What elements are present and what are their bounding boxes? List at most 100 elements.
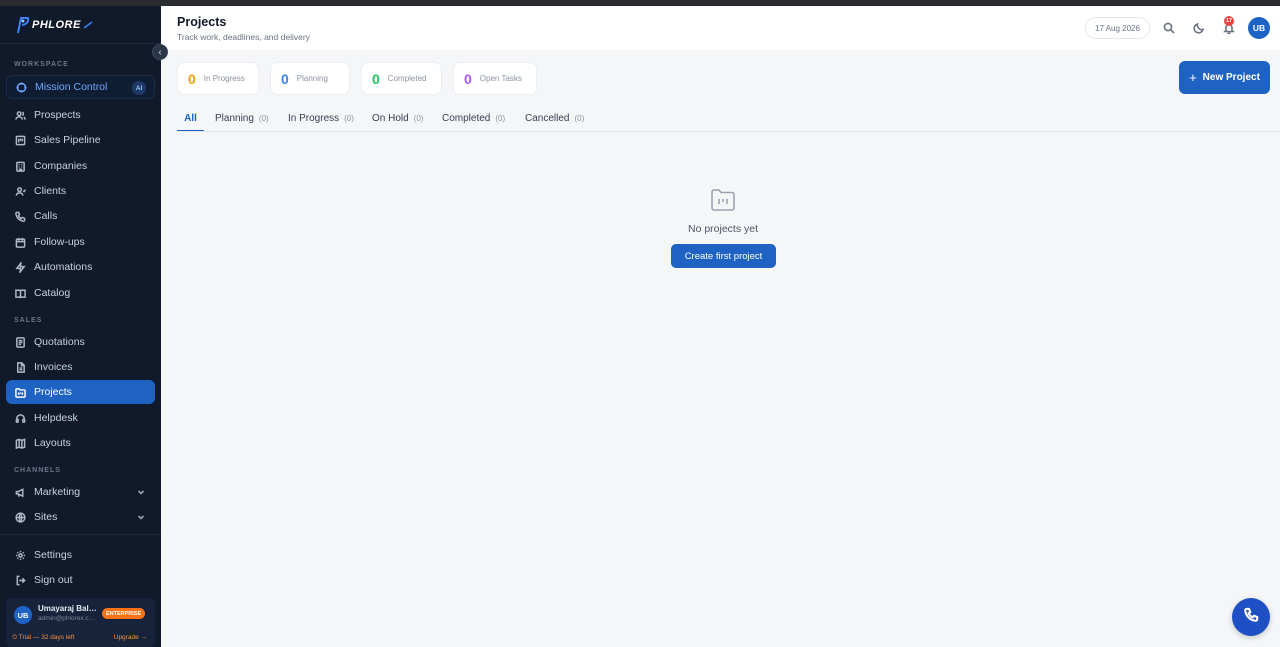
call-fab-button[interactable] (1232, 598, 1270, 636)
page-subtitle: Track work, deadlines, and delivery (177, 32, 310, 42)
sidebar-item-label: Catalog (34, 287, 71, 299)
stat-value: 0 (188, 70, 196, 87)
collapse-sidebar-button[interactable]: ‹ (152, 44, 168, 60)
tab-completed[interactable]: Completed (0) (442, 110, 505, 132)
sidebar-item-label: Settings (34, 549, 72, 561)
tabs-divider (177, 131, 1280, 132)
page-title: Projects (177, 15, 227, 29)
signout-icon (14, 574, 26, 586)
invoice-icon (14, 361, 26, 373)
stat-label: Completed (387, 74, 427, 83)
create-first-project-button[interactable]: Create first project (671, 244, 776, 268)
megaphone-icon (14, 486, 26, 498)
tab-cancelled[interactable]: Cancelled (0) (525, 110, 584, 132)
section-label-workspace: WORKSPACE (14, 61, 69, 68)
date-pill[interactable]: 17 Aug 2026 (1085, 17, 1150, 39)
sidebar-item-label: Clients (34, 185, 67, 197)
book-icon (14, 287, 26, 299)
tab-in-progress[interactable]: In Progress (0) (288, 110, 354, 132)
sidebar-item-helpdesk[interactable]: Helpdesk (6, 406, 155, 430)
sidebar-item-label: Calls (34, 210, 58, 222)
tab-on-hold[interactable]: On Hold (0) (372, 110, 423, 132)
stat-label: Open Tasks (479, 74, 522, 83)
calendar-icon (14, 236, 26, 248)
stat-label: Planning (296, 74, 328, 83)
tab-count: (0) (344, 114, 354, 123)
stat-value: 0 (281, 70, 289, 87)
gear-icon (14, 549, 26, 561)
sidebar-item-mission-control[interactable]: Mission Control AI (6, 75, 155, 99)
notification-count-badge: 17 (1224, 16, 1234, 26)
layout-icon (14, 437, 26, 449)
sidebar-item-automations[interactable]: Automations (6, 255, 155, 279)
users-icon (14, 109, 26, 121)
sidebar-item-settings[interactable]: Settings (6, 543, 155, 567)
tab-planning[interactable]: Planning (0) (215, 110, 269, 132)
page-header: Projects Track work, deadlines, and deli… (161, 6, 1280, 50)
brand-logo[interactable]: PHLORE (16, 14, 93, 36)
stat-value: 0 (464, 70, 472, 87)
sidebar-item-sign-out[interactable]: Sign out (6, 568, 155, 592)
stat-value: 0 (372, 70, 380, 87)
user-card[interactable]: UB Umayaraj Balasubramanian admin@phlore… (6, 598, 155, 647)
moon-icon[interactable] (1192, 21, 1206, 35)
quote-icon (14, 336, 26, 348)
tab-label: Cancelled (525, 113, 570, 124)
plan-badge: ENTERPRISE (102, 608, 146, 619)
sidebar-item-prospects[interactable]: Prospects (6, 103, 155, 127)
tab-count: (0) (258, 114, 269, 123)
tab-label: In Progress (288, 113, 340, 124)
avatar: UB (14, 606, 32, 624)
sidebar-item-follow-ups[interactable]: Follow-ups (6, 230, 155, 254)
trial-status: ⏲ Trial — 32 days left (12, 634, 75, 641)
bolt-icon (14, 261, 26, 273)
sidebar-item-projects[interactable]: Projects (6, 380, 155, 404)
sidebar-item-label: Sign out (34, 574, 73, 586)
chevron-down-icon[interactable] (137, 487, 145, 495)
sidebar-item-layouts[interactable]: Layouts (6, 431, 155, 455)
sidebar-item-marketing[interactable]: Marketing (6, 480, 155, 504)
sidebar-item-label: Sales Pipeline (34, 134, 101, 146)
section-label-channels: CHANNELS (14, 467, 61, 474)
tab-label: Completed (442, 113, 491, 124)
sidebar-item-calls[interactable]: Calls (6, 204, 155, 228)
empty-state-message: No projects yet (687, 223, 759, 235)
brand-name: PHLORE (32, 19, 81, 31)
avatar[interactable]: UB (1248, 17, 1270, 39)
sidebar-divider (0, 534, 161, 535)
tab-label: Planning (215, 113, 254, 124)
phone-icon (1243, 607, 1259, 627)
headset-icon (14, 412, 26, 424)
user-email: admin@phlorex.com (38, 615, 96, 622)
tab-all[interactable]: All (177, 110, 204, 132)
sidebar-item-label: Quotations (34, 336, 85, 348)
stat-card-planning: 0 Planning (270, 62, 350, 95)
section-label-sales: SALES (14, 317, 43, 324)
sidebar-item-quotations[interactable]: Quotations (6, 330, 155, 354)
new-project-button[interactable]: + New Project (1179, 61, 1270, 94)
logo-swoosh-icon (83, 21, 93, 29)
tab-label: All (184, 113, 197, 124)
ai-badge: AI (132, 81, 146, 95)
sidebar-item-label: Marketing (34, 486, 81, 498)
sidebar: PHLORE ‹ WORKSPACE Mission Control AI Pr… (0, 6, 168, 647)
tab-count: (0) (413, 114, 424, 123)
sidebar-item-companies[interactable]: Companies (6, 154, 155, 178)
sidebar-item-label: Projects (34, 386, 72, 398)
globe-icon (14, 511, 26, 523)
folder-icon (14, 386, 26, 398)
sidebar-item-label: Helpdesk (34, 412, 78, 424)
search-icon[interactable] (1162, 21, 1176, 35)
sidebar-item-clients[interactable]: Clients (6, 179, 155, 203)
sidebar-item-sales-pipeline[interactable]: Sales Pipeline (6, 128, 155, 152)
sidebar-item-label: Mission Control (35, 81, 108, 93)
logo-mark-icon (16, 16, 30, 34)
sidebar-item-invoices[interactable]: Invoices (6, 355, 155, 379)
sidebar-item-catalog[interactable]: Catalog (6, 281, 155, 305)
chevron-down-icon[interactable] (137, 512, 145, 520)
upgrade-link[interactable]: Upgrade → (114, 634, 147, 641)
sidebar-divider (0, 43, 161, 44)
sidebar-item-sites[interactable]: Sites (6, 505, 155, 529)
building-icon (14, 160, 26, 172)
sidebar-item-label: Prospects (34, 109, 81, 121)
